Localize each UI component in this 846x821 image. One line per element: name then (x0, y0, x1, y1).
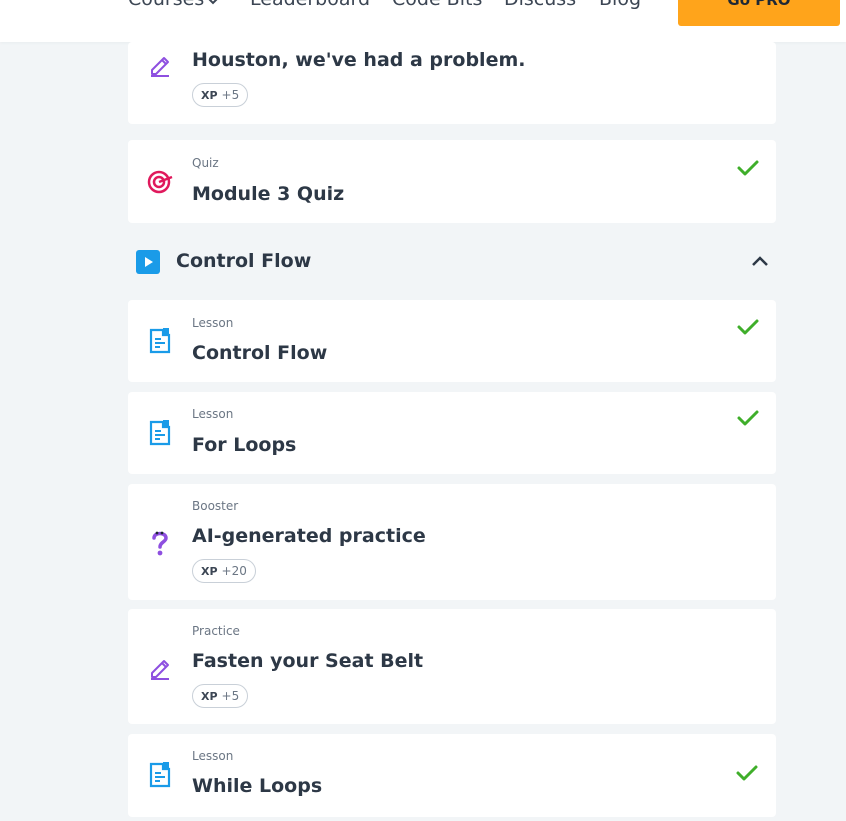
lesson-item-while-loops[interactable]: Lesson While Loops (128, 734, 776, 817)
check-icon (737, 410, 759, 426)
lesson-item-control-flow[interactable]: Lesson Control Flow (128, 300, 776, 382)
nav-discuss[interactable]: Discuss (504, 0, 576, 10)
top-navigation: Courses Leaderboard Code Bits Discuss Bl… (0, 0, 846, 42)
go-pro-button[interactable]: Go PRO (678, 0, 840, 26)
item-type: Lesson (192, 316, 234, 330)
nav-code-bits[interactable]: Code Bits (392, 0, 482, 10)
question-icon (146, 528, 174, 556)
lesson-item-for-loops[interactable]: Lesson For Loops (128, 392, 776, 474)
nav-leaderboard[interactable]: Leaderboard (250, 0, 370, 10)
nav-blog[interactable]: Blog (599, 0, 641, 10)
quiz-item-module-3[interactable]: Quiz Module 3 Quiz (128, 140, 776, 223)
section-control-flow[interactable]: Control Flow (136, 250, 776, 274)
practice-item-seat-belt[interactable]: Practice Fasten your Seat Belt XP +5 (128, 609, 776, 724)
target-icon (146, 168, 174, 196)
item-type: Lesson (192, 749, 234, 763)
item-title: Module 3 Quiz (192, 183, 345, 205)
xp-badge: XP +5 (192, 684, 249, 708)
document-icon (146, 327, 174, 355)
xp-badge: XP +20 (192, 559, 256, 583)
item-type: Quiz (192, 156, 219, 170)
xp-badge: XP +5 (192, 83, 249, 107)
practice-item-houston[interactable]: Houston, we've had a problem. XP +5 (128, 42, 776, 124)
item-title: Houston, we've had a problem. (192, 49, 526, 71)
pencil-icon (146, 653, 174, 681)
booster-item-ai-practice[interactable]: Booster AI-generated practice XP +20 (128, 484, 776, 600)
nav-courses[interactable]: Courses (128, 0, 204, 10)
check-icon (736, 765, 758, 781)
document-icon (146, 761, 174, 789)
play-icon (136, 250, 160, 274)
check-icon (737, 160, 759, 176)
section-title: Control Flow (176, 250, 312, 272)
item-type: Lesson (192, 407, 234, 421)
check-icon (737, 319, 759, 335)
chevron-down-icon[interactable] (206, 0, 220, 8)
pencil-icon (146, 50, 174, 78)
item-title: AI-generated practice (192, 525, 426, 547)
item-title: For Loops (192, 434, 297, 456)
item-title: Fasten your Seat Belt (192, 650, 424, 672)
chevron-up-icon[interactable] (748, 250, 772, 274)
item-type: Practice (192, 624, 240, 638)
document-icon (146, 419, 174, 447)
item-title: Control Flow (192, 342, 328, 364)
item-type: Booster (192, 499, 239, 513)
item-title: While Loops (192, 775, 323, 797)
